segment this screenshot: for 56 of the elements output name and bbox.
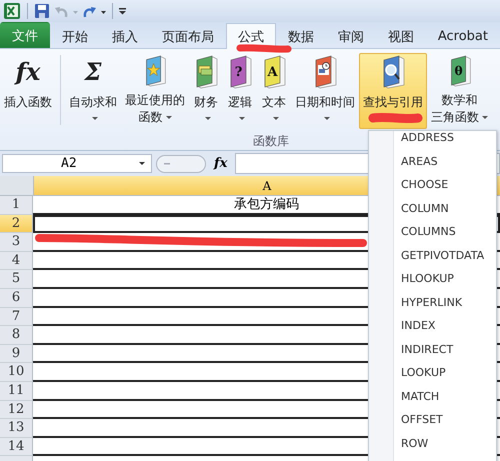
insert-function-button[interactable]: fx [210,156,232,171]
ribbon-tab[interactable]: 审阅 [326,24,376,48]
row-header[interactable]: 10 [0,363,33,382]
ribbon-button[interactable]: Σ 自动求和 [65,53,121,129]
ribbon-tab[interactable]: 插入 [100,24,150,48]
row-header[interactable]: 11 [0,382,33,401]
menu-item[interactable]: HYPERLINK [394,296,496,319]
row-header[interactable]: 3 [0,233,33,252]
marker-stroke [236,44,292,54]
group-label: 函数库 [253,133,289,150]
row-header[interactable]: 6 [0,288,33,308]
ribbon-button[interactable]: A 文本 [257,53,291,129]
ribbon-button[interactable]: fx 插入函数 [0,53,56,129]
ribbon-button[interactable]: 日期和时间 [291,53,359,129]
row-header[interactable]: 13 [0,419,33,438]
name-box[interactable]: A2 [2,154,152,173]
menu-item[interactable]: MATCH [394,390,496,413]
row-header[interactable]: 2 [0,214,33,234]
caret-icon[interactable] [101,11,106,14]
ribbon-tab[interactable]: 开始 [50,24,100,48]
file-tab[interactable]: 文件 [0,22,50,48]
ribbon-tab[interactable]: 视图 [376,24,426,48]
ribbon-button[interactable]: ? 逻辑 [223,53,257,129]
row-header[interactable]: 8 [0,326,33,345]
customize-icon[interactable] [119,8,126,14]
menu-item[interactable]: OFFSET [394,413,496,436]
row-header[interactable]: 14 [0,438,33,456]
row-header[interactable]: 1 [0,196,33,215]
menu-item[interactable]: INDIRECT [394,342,496,366]
function-icon: Σ [84,55,102,89]
row-header[interactable]: 4 [0,252,33,270]
menu-item[interactable]: LOOKUP [394,366,496,390]
ribbon-tab[interactable]: 页面布局 [150,24,226,48]
menu-item[interactable]: GETPIVOTDATA [394,248,496,272]
ribbon-tab[interactable]: 数据 [276,24,326,48]
row-header[interactable]: 12 [0,400,33,420]
save-icon[interactable] [34,3,50,19]
collapse-handle-icon[interactable] [156,154,206,172]
ribbon-button[interactable]: 最近使用的 函数 [121,53,189,129]
row-header[interactable]: 9 [0,344,33,364]
ribbon-button[interactable]: 查找与引用 [359,53,427,129]
ribbon-button[interactable]: 财务 [189,53,223,129]
menu-item[interactable]: INDEX [394,319,496,342]
ribbon-button[interactable]: θ 数学和 三角函数 [427,53,492,129]
app-icon[interactable] [3,2,21,20]
marker-stroke [368,113,423,124]
function-icon: fx [16,55,40,89]
row-header[interactable]: 5 [0,270,33,289]
ribbon-tab[interactable]: Acrobat [426,24,500,48]
menu-item[interactable]: ADDRESS [394,131,496,154]
caret-icon [139,162,145,165]
menu-item[interactable]: AREAS [394,154,496,178]
row-header[interactable]: 7 [0,308,33,326]
menu-item[interactable]: ROW [394,436,496,460]
menu-item[interactable]: HLOOKUP [394,272,496,296]
menu-item[interactable]: COLUMNS [394,225,496,248]
